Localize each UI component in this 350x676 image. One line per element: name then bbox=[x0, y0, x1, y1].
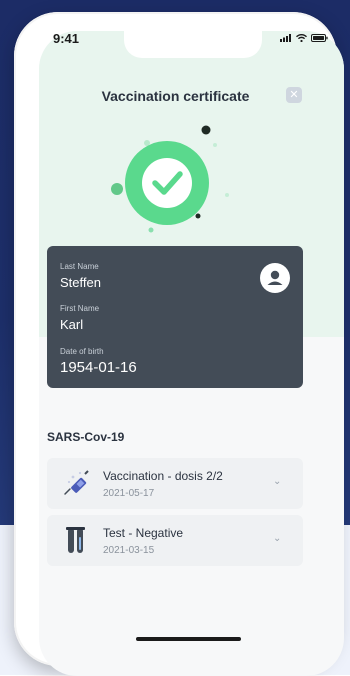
status-badge bbox=[111, 125, 229, 233]
chevron-down-icon[interactable]: ⌄ bbox=[273, 533, 281, 544]
close-icon: ✕ bbox=[289, 89, 299, 101]
person-card: Last Name Steffen First Name Karl Date o… bbox=[47, 246, 303, 388]
list-item-date: 2021-05-17 bbox=[103, 488, 155, 499]
last-name-label: Last Name bbox=[60, 262, 99, 271]
wifi-icon bbox=[296, 34, 307, 42]
home-indicator[interactable] bbox=[136, 637, 241, 641]
syringe-icon bbox=[64, 470, 89, 495]
notch bbox=[124, 31, 262, 58]
battery-icon bbox=[311, 34, 328, 42]
list-item-vaccination[interactable]: Vaccination - dosis 2/2 2021-05-17 ⌄ bbox=[47, 458, 303, 509]
dob-label: Date of birth bbox=[60, 347, 104, 356]
status-time: 9:41 bbox=[53, 31, 80, 46]
test-tube-icon bbox=[66, 527, 85, 553]
status-icons bbox=[280, 34, 328, 42]
dob-value: 1954-01-16 bbox=[60, 359, 137, 376]
chevron-down-icon[interactable]: ⌄ bbox=[273, 476, 281, 487]
list-item-date: 2021-03-15 bbox=[103, 545, 155, 556]
user-icon bbox=[267, 270, 283, 285]
last-name-value: Steffen bbox=[60, 275, 101, 290]
list-item-test[interactable]: Test - Negative 2021-03-15 ⌄ bbox=[47, 515, 303, 566]
list-item-title: Vaccination - dosis 2/2 bbox=[103, 469, 223, 483]
first-name-label: First Name bbox=[60, 304, 100, 313]
close-button[interactable]: ✕ bbox=[286, 87, 302, 103]
list-item-title: Test - Negative bbox=[103, 526, 184, 540]
signal-icon bbox=[280, 34, 291, 42]
phone-frame: 9:41 Vaccination certificate ✕ Last Name… bbox=[14, 12, 344, 676]
first-name-value: Karl bbox=[60, 317, 84, 332]
avatar bbox=[260, 263, 290, 293]
section-title: SARS-Cov-19 bbox=[47, 430, 125, 444]
